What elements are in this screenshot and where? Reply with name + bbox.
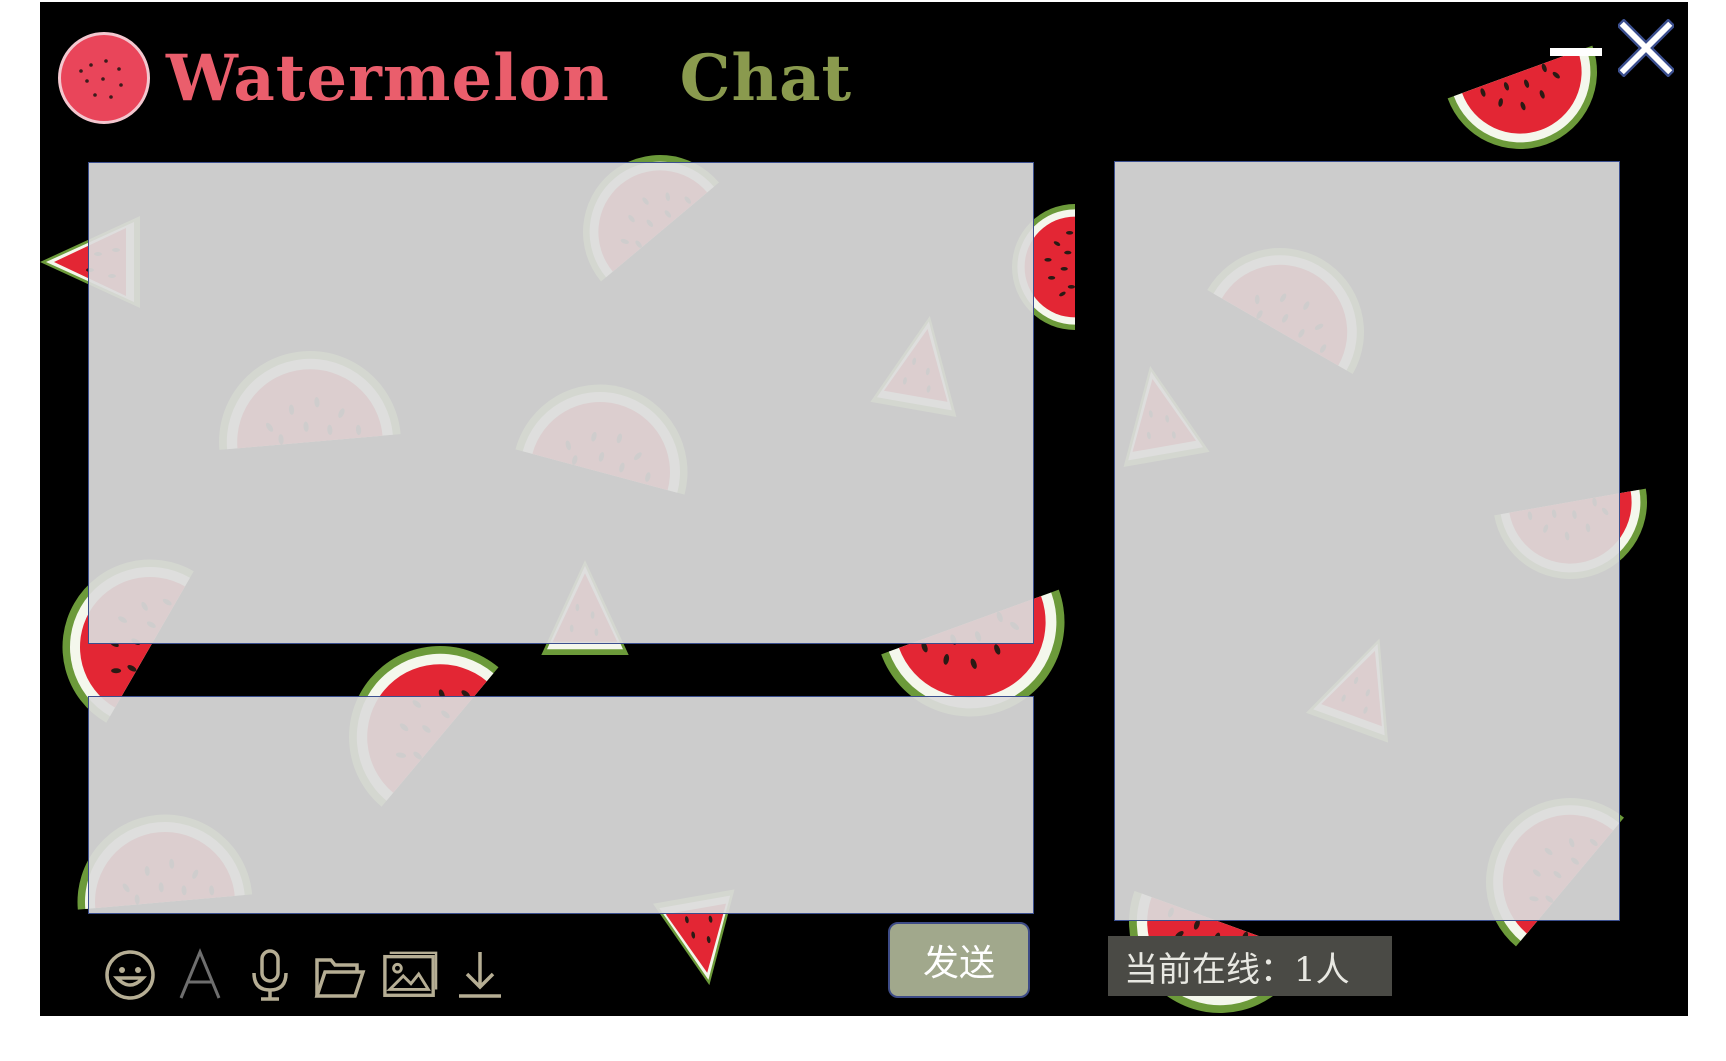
close-button[interactable] [1618,19,1674,77]
download-icon [459,952,501,998]
message-input[interactable] [88,696,1034,914]
folder-icon [314,958,366,998]
close-icon [1618,19,1674,77]
minimize-button[interactable] [1548,24,1604,80]
app-header: Watermelon Chat [58,28,852,128]
file-button[interactable] [312,947,368,1003]
emoji-icon [105,950,155,1000]
app-title-part1: Watermelon [166,40,610,116]
download-button[interactable] [452,947,508,1003]
voice-button[interactable] [242,947,298,1003]
image-icon [383,951,438,997]
send-button[interactable]: 发送 [888,922,1030,998]
microphone-icon [252,949,288,1001]
font-button[interactable] [172,947,228,1003]
font-icon [179,948,221,999]
online-count-label: 当前在线：1人 [1108,936,1392,996]
online-users-list[interactable] [1114,161,1620,921]
watermelon-logo-icon [58,32,150,124]
emoji-button[interactable] [102,947,158,1003]
image-button[interactable] [382,947,438,1003]
app-title-part2: Chat [679,40,853,116]
app-title: Watermelon Chat [166,41,852,116]
input-toolbar [102,942,522,1008]
chat-window: Watermelon Chat 发送 当前在线：1人 [40,2,1688,1016]
message-display-area[interactable] [88,162,1034,644]
minus-icon [1550,48,1602,56]
